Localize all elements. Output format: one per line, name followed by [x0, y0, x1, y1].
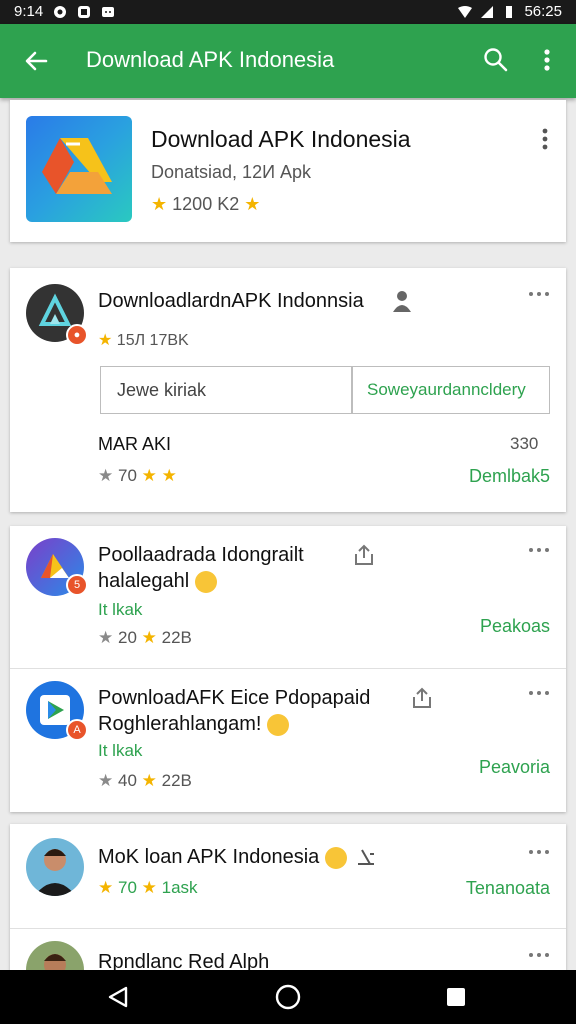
- battery-icon: [506, 5, 513, 18]
- star-icon: ★: [98, 332, 113, 349]
- star-icon: ★: [98, 878, 114, 897]
- score-value: 20: [117, 628, 137, 647]
- back-arrow-icon[interactable]: [22, 47, 50, 75]
- app-name-line2: Roghlerahlangam!: [98, 713, 289, 736]
- app-name-line2-text: halalegahl: [98, 570, 190, 592]
- share-icon[interactable]: [352, 544, 376, 566]
- star-icon: ★: [161, 466, 177, 485]
- star-icon: ★: [244, 194, 261, 214]
- list-item[interactable]: 5 Poollaadrada Idongrailt halalegahl It …: [10, 526, 566, 668]
- notification-message-icon: [102, 6, 115, 17]
- list-item[interactable]: MoK loan APK Indonesia ★ 70 ★ 1ask Tenan…: [10, 824, 566, 928]
- tag-value: 1ask: [161, 878, 198, 897]
- count-value: 330: [510, 434, 539, 453]
- signal-icon: [481, 5, 494, 18]
- back-triangle-icon[interactable]: [106, 985, 130, 1009]
- content-list[interactable]: Download APK Indonesia Donatsiad, 12И Ap…: [0, 98, 576, 970]
- score-row: ★ 70 ★ 1ask: [98, 878, 198, 898]
- star-icon: ★: [141, 628, 157, 647]
- star-icon: ★: [141, 466, 157, 485]
- app-name-line2-text: Roghlerahlangam!: [98, 713, 262, 735]
- score-row: ★ 70 ★ ★: [98, 466, 177, 486]
- star-icon: ★: [141, 878, 157, 897]
- button-label: Soweyaurdanncldery: [367, 380, 526, 399]
- featured-rating-value: 1200 K2: [172, 194, 240, 214]
- system-nav-bar: [0, 970, 576, 1024]
- score-value: 40: [117, 771, 137, 790]
- notification-badge: 5: [66, 574, 88, 596]
- more-vert-icon[interactable]: [534, 126, 556, 152]
- size-value: 22B: [161, 628, 192, 647]
- more-horiz-icon[interactable]: [528, 951, 550, 959]
- app-name: Rpndlanc Red Alph: [98, 951, 270, 970]
- home-circle-icon[interactable]: [275, 984, 301, 1010]
- star-outline-icon: ★: [98, 628, 114, 647]
- section-label: MAR AKI: [98, 434, 172, 454]
- share-icon[interactable]: [410, 687, 434, 709]
- featured-app-card[interactable]: Download APK Indonesia Donatsiad, 12И Ap…: [10, 100, 566, 242]
- install-link[interactable]: Peavoria: [479, 757, 550, 778]
- score-row: ★ 40 ★ 22B: [98, 771, 192, 791]
- wifi-icon: [458, 5, 473, 18]
- status-bar: 9:14 56:25: [0, 0, 576, 24]
- person-icon: [393, 291, 411, 312]
- recents-square-icon[interactable]: [446, 987, 466, 1007]
- app-logo-icon: [26, 116, 132, 222]
- emoji-icon: [324, 846, 347, 869]
- install-link[interactable]: Peakoas: [480, 616, 550, 637]
- star-outline-icon: ★: [98, 466, 114, 485]
- star-icon: ★: [151, 194, 168, 214]
- app-bar: Download APK Indonesia: [0, 24, 576, 98]
- more-horiz-icon[interactable]: [528, 689, 550, 697]
- rating-value: 15Л 17BK: [116, 332, 189, 349]
- app-name-text: MoK loan APK Indonesia: [98, 846, 320, 868]
- list-item[interactable]: A PownloadAFK Eice Pdopapaid Roghlerahla…: [10, 669, 566, 811]
- person-photo-icon: [44, 954, 66, 970]
- app-card[interactable]: ● DownloadlardnAPK Indonnsia ★ 15Л 17BK …: [10, 268, 566, 512]
- person-photo-icon: [34, 849, 76, 896]
- emoji-icon: [267, 713, 289, 736]
- list-item[interactable]: Rpndlanc Red Alph: [10, 929, 566, 970]
- size-value: 22B: [161, 771, 192, 790]
- app-rating: ★ 15Л 17BK: [98, 330, 189, 350]
- featured-app-rating: ★ 1200 K2 ★: [151, 194, 260, 215]
- score-value: 70: [117, 878, 137, 897]
- install-link[interactable]: Demlbak5: [469, 466, 550, 487]
- notification-badge: A: [66, 719, 88, 741]
- app-bar-title: Download APK Indonesia: [86, 47, 335, 72]
- more-horiz-icon[interactable]: [528, 290, 550, 298]
- app-tag: It lkak: [98, 741, 143, 760]
- star-outline-icon: ★: [98, 771, 114, 790]
- secondary-action-button[interactable]: Soweyaurdanncldery: [352, 366, 550, 414]
- score-row: ★ 20 ★ 22B: [98, 628, 192, 648]
- app-tag: It lkak: [98, 600, 143, 619]
- button-label: Jewe kiriak: [117, 379, 207, 400]
- app-name-line1: Poollaadrada Idongrailt: [98, 544, 304, 566]
- more-vert-icon[interactable]: [536, 46, 558, 74]
- star-icon: ★: [141, 771, 157, 790]
- notification-circle-icon: [54, 5, 67, 18]
- featured-app-subtitle: Donatsiad, 12И Apk: [151, 162, 312, 182]
- emoji-icon: [194, 570, 217, 593]
- featured-app-name: Download APK Indonesia: [151, 126, 411, 152]
- app-name-line1: PownloadAFK Eice Pdopapaid: [98, 687, 371, 709]
- score-value: 70: [117, 466, 137, 485]
- notification-badge: ●: [66, 324, 88, 346]
- notification-app-icon: [78, 5, 91, 18]
- user-avatar: [26, 941, 84, 970]
- search-icon[interactable]: [482, 46, 510, 74]
- app-name: MoK loan APK Indonesia: [98, 846, 347, 869]
- app-name: DownloadlardnAPK Indonnsia: [98, 290, 364, 312]
- app-name-line2: halalegahl: [98, 570, 217, 593]
- mute-icon[interactable]: [354, 846, 378, 868]
- install-link[interactable]: Tenanoata: [466, 878, 550, 899]
- status-time-right: 56:25: [524, 3, 562, 20]
- status-time-left: 9:14: [14, 3, 44, 20]
- more-horiz-icon[interactable]: [528, 848, 550, 856]
- app-list-card: MoK loan APK Indonesia ★ 70 ★ 1ask Tenan…: [10, 824, 566, 970]
- user-avatar: [26, 838, 84, 896]
- more-horiz-icon[interactable]: [528, 546, 550, 554]
- app-list-card: 5 Poollaadrada Idongrailt halalegahl It …: [10, 526, 566, 812]
- primary-action-button[interactable]: Jewe kiriak: [100, 366, 352, 414]
